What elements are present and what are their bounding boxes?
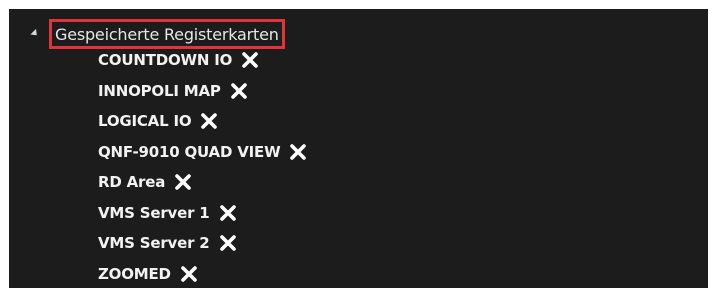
saved-tab-label[interactable]: COUNTDOWN IO: [98, 51, 232, 69]
close-icon[interactable]: [229, 81, 249, 101]
close-icon[interactable]: [179, 264, 199, 284]
saved-tab-item[interactable]: QNF-9010 QUAD VIEW: [98, 137, 308, 168]
close-icon[interactable]: [173, 172, 193, 192]
saved-tab-item[interactable]: COUNTDOWN IO: [98, 45, 308, 76]
saved-tabs-list: COUNTDOWN IO INNOPOLI MAP LOGICAL IO QNF…: [98, 45, 308, 288]
saved-tab-item[interactable]: LOGICAL IO: [98, 106, 308, 137]
saved-tab-label[interactable]: RD Area: [98, 173, 165, 191]
saved-tab-item[interactable]: VMS Server 1: [98, 198, 308, 229]
collapse-triangle-icon[interactable]: [30, 28, 40, 38]
close-icon[interactable]: [218, 233, 238, 253]
saved-tab-label[interactable]: VMS Server 1: [98, 204, 210, 222]
saved-tab-label[interactable]: QNF-9010 QUAD VIEW: [98, 143, 281, 161]
saved-tab-label[interactable]: VMS Server 2: [98, 234, 210, 252]
saved-tab-item[interactable]: RD Area: [98, 167, 308, 198]
saved-tab-label[interactable]: ZOOMED: [98, 265, 171, 283]
saved-tab-item[interactable]: ZOOMED: [98, 259, 308, 289]
close-icon[interactable]: [199, 111, 219, 131]
saved-tabs-panel: Gespeicherte Registerkarten COUNTDOWN IO…: [9, 9, 708, 288]
close-icon[interactable]: [288, 142, 308, 162]
saved-tab-label[interactable]: INNOPOLI MAP: [98, 82, 221, 100]
saved-tab-item[interactable]: VMS Server 2: [98, 228, 308, 259]
saved-tabs-header-label[interactable]: Gespeicherte Registerkarten: [55, 25, 279, 44]
saved-tab-label[interactable]: LOGICAL IO: [98, 112, 192, 130]
saved-tab-item[interactable]: INNOPOLI MAP: [98, 76, 308, 107]
close-icon[interactable]: [218, 203, 238, 223]
close-icon[interactable]: [240, 50, 260, 70]
